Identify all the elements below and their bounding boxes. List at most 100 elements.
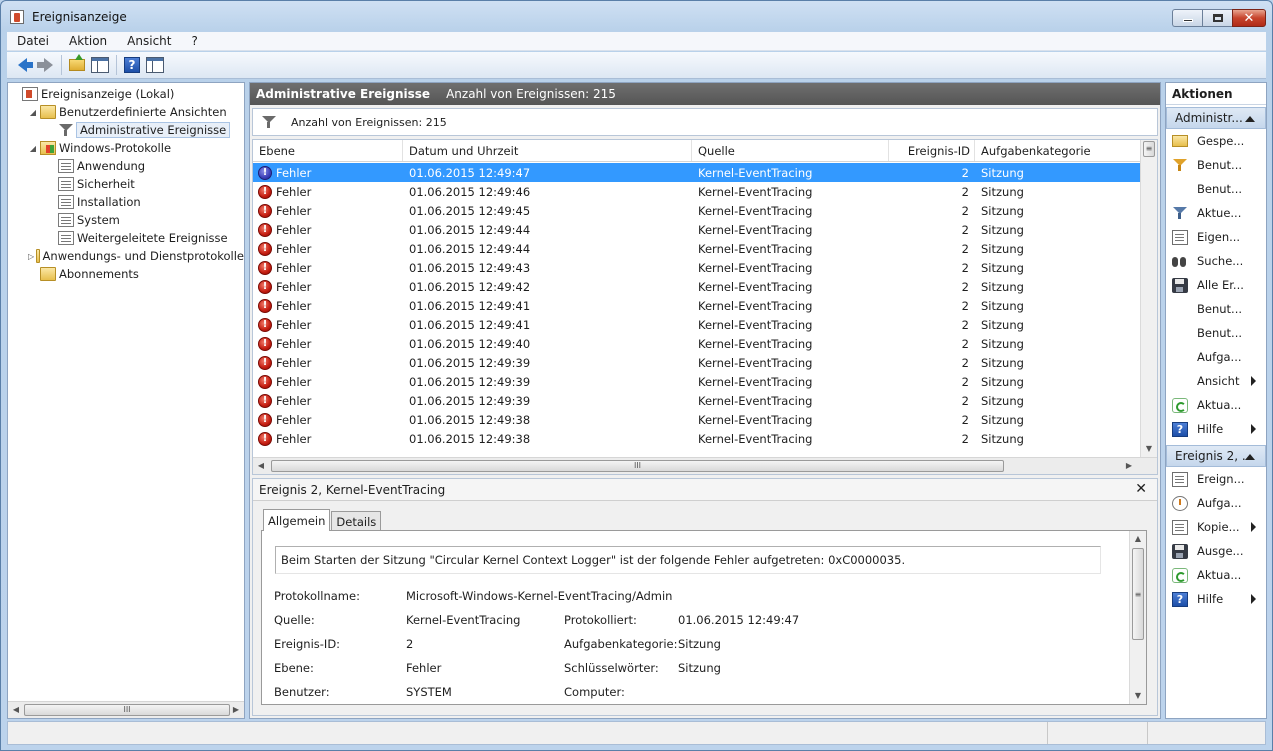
menu-help[interactable]: ? bbox=[181, 34, 207, 48]
tree-item[interactable]: Ereignisanzeige (Lokal) bbox=[8, 85, 244, 103]
tree-item[interactable]: Anwendung bbox=[8, 157, 244, 175]
folder-icon bbox=[40, 267, 56, 281]
close-button[interactable]: ✕ bbox=[1232, 9, 1266, 27]
detail-vscroll-thumb[interactable]: ≡ bbox=[1132, 548, 1144, 640]
tree-item[interactable]: Sicherheit bbox=[8, 175, 244, 193]
expand-arrow-icon[interactable]: ▷ bbox=[28, 252, 34, 261]
tab-allgemein[interactable]: Allgemein bbox=[263, 509, 331, 531]
tab-details[interactable]: Details bbox=[331, 511, 382, 531]
event-row[interactable]: ! Fehler 01.06.2015 12:49:42 Kernel-EventTr… bbox=[253, 277, 1140, 296]
tree-item[interactable]: ◢ Windows-Protokolle bbox=[8, 139, 244, 157]
tree-item[interactable]: ▷ Anwendungs- und Dienstprotokolle bbox=[8, 247, 244, 265]
forward-button[interactable] bbox=[34, 54, 56, 76]
event-row[interactable]: ! Fehler 01.06.2015 12:49:44 Kernel-EventTr… bbox=[253, 220, 1140, 239]
scroll-right-arrow-icon[interactable]: ▶ bbox=[230, 704, 242, 716]
event-row[interactable]: ! Fehler 01.06.2015 12:49:38 Kernel-EventTr… bbox=[253, 410, 1140, 429]
action-item[interactable]: Benut... bbox=[1166, 177, 1266, 201]
action-item[interactable]: Alle Er... bbox=[1166, 273, 1266, 297]
maximize-button[interactable] bbox=[1202, 9, 1232, 27]
tree-item[interactable]: ◢ Benutzerdefinierte Ansichten bbox=[8, 103, 244, 121]
scroll-left-arrow-icon[interactable]: ◀ bbox=[255, 460, 267, 472]
action-item[interactable]: Aktue... bbox=[1166, 201, 1266, 225]
action-label: Ansicht bbox=[1197, 374, 1240, 388]
cell-date-text: 01.06.2015 12:49:42 bbox=[409, 279, 531, 294]
up-folder-button[interactable] bbox=[66, 54, 88, 76]
back-button[interactable] bbox=[11, 54, 33, 76]
column-datum[interactable]: Datum und Uhrzeit bbox=[403, 140, 692, 161]
scroll-right-arrow-icon[interactable]: ▶ bbox=[1123, 460, 1135, 472]
action-item[interactable]: Aufga... bbox=[1166, 491, 1266, 515]
grid-horizontal-scrollbar[interactable]: ◀ III ▶ bbox=[253, 457, 1157, 474]
tree-item[interactable]: System bbox=[8, 211, 244, 229]
column-ereignis-id[interactable]: Ereignis-ID bbox=[889, 140, 975, 161]
cell-date-text: 01.06.2015 12:49:47 bbox=[409, 165, 531, 180]
action-item[interactable]: Benut... bbox=[1166, 321, 1266, 345]
tree-item[interactable]: Abonnements bbox=[8, 265, 244, 283]
action-item[interactable]: ? Hilfe bbox=[1166, 417, 1266, 441]
action-item[interactable]: Ausge... bbox=[1166, 539, 1266, 563]
show-hide-action-pane-button[interactable] bbox=[144, 54, 166, 76]
cell-level: ! Fehler bbox=[253, 374, 403, 389]
action-item[interactable]: Ansicht bbox=[1166, 369, 1266, 393]
tree-item[interactable]: Installation bbox=[8, 193, 244, 211]
column-aufgabenkategorie[interactable]: Aufgabenkategorie bbox=[975, 140, 1140, 161]
help-button[interactable]: ? bbox=[121, 54, 143, 76]
event-message[interactable]: Beim Starten der Sitzung "Circular Kerne… bbox=[275, 546, 1101, 574]
grid-vertical-scrollbar[interactable]: ≡ ▼ bbox=[1140, 140, 1157, 457]
cell-category: Sitzung bbox=[975, 185, 1140, 199]
action-item[interactable]: Aktua... bbox=[1166, 393, 1266, 417]
action-item[interactable]: Benut... bbox=[1166, 153, 1266, 177]
event-row[interactable]: ! Fehler 01.06.2015 12:49:43 Kernel-EventTr… bbox=[253, 258, 1140, 277]
scroll-left-arrow-icon[interactable]: ◀ bbox=[10, 704, 22, 716]
tree-scroll-thumb[interactable]: III bbox=[24, 704, 230, 716]
action-item[interactable]: Suche... bbox=[1166, 249, 1266, 273]
actions-section-event[interactable]: Ereignis 2, ... bbox=[1166, 445, 1266, 467]
detail-vertical-scrollbar[interactable]: ▲ ≡ ▼ bbox=[1129, 531, 1146, 704]
column-ebene[interactable]: Ebene bbox=[253, 140, 403, 161]
scroll-up-arrow-icon[interactable]: ▲ bbox=[1132, 533, 1144, 545]
scroll-down-arrow-icon[interactable]: ▼ bbox=[1132, 690, 1144, 702]
action-item[interactable]: Aktua... bbox=[1166, 563, 1266, 587]
expand-arrow-icon[interactable]: ◢ bbox=[28, 108, 38, 117]
detail-close-icon[interactable]: ✕ bbox=[1135, 481, 1147, 497]
error-icon: ! bbox=[258, 241, 272, 256]
event-row[interactable]: ! Fehler 01.06.2015 12:49:44 Kernel-EventTr… bbox=[253, 239, 1140, 258]
cell-category-text: Sitzung bbox=[981, 336, 1024, 351]
actions-section-event-label: Ereignis 2, ... bbox=[1175, 449, 1254, 463]
tree-item[interactable]: Weitergeleitete Ereignisse bbox=[8, 229, 244, 247]
event-row[interactable]: ! Fehler 01.06.2015 12:49:46 Kernel-EventTr… bbox=[253, 182, 1140, 201]
show-hide-tree-button[interactable] bbox=[89, 54, 111, 76]
event-row[interactable]: ! Fehler 01.06.2015 12:49:45 Kernel-EventTr… bbox=[253, 201, 1140, 220]
menu-aktion[interactable]: Aktion bbox=[59, 34, 117, 48]
tree-item[interactable]: Administrative Ereignisse bbox=[8, 121, 244, 139]
action-item[interactable]: Ereign... bbox=[1166, 467, 1266, 491]
grid-vscroll-thumb[interactable]: ≡ bbox=[1143, 141, 1155, 157]
action-item[interactable]: Eigen... bbox=[1166, 225, 1266, 249]
action-item[interactable]: ? Hilfe bbox=[1166, 587, 1266, 611]
scroll-down-arrow-icon[interactable]: ▼ bbox=[1143, 443, 1155, 455]
event-row[interactable]: ! Fehler 01.06.2015 12:49:38 Kernel-EventTr… bbox=[253, 429, 1140, 448]
menu-ansicht[interactable]: Ansicht bbox=[117, 34, 181, 48]
cell-source-text: Kernel-EventTracing bbox=[698, 431, 813, 446]
cell-date: 01.06.2015 12:49:39 bbox=[403, 356, 692, 370]
action-item[interactable]: Benut... bbox=[1166, 297, 1266, 321]
tree-item-label: Sicherheit bbox=[77, 177, 135, 191]
grid-hscroll-thumb[interactable]: III bbox=[271, 460, 1004, 472]
column-quelle[interactable]: Quelle bbox=[692, 140, 889, 161]
event-row[interactable]: ! Fehler 01.06.2015 12:49:40 Kernel-EventTr… bbox=[253, 334, 1140, 353]
action-item[interactable]: Kopie... bbox=[1166, 515, 1266, 539]
cell-id: 2 bbox=[889, 166, 975, 180]
menu-datei[interactable]: Datei bbox=[7, 34, 59, 48]
event-row[interactable]: ! Fehler 01.06.2015 12:49:39 Kernel-EventTr… bbox=[253, 372, 1140, 391]
event-row[interactable]: ! Fehler 01.06.2015 12:49:41 Kernel-EventTr… bbox=[253, 296, 1140, 315]
event-row[interactable]: ! Fehler 01.06.2015 12:49:47 Kernel-EventTr… bbox=[253, 163, 1140, 182]
action-item[interactable]: Aufga... bbox=[1166, 345, 1266, 369]
event-row[interactable]: ! Fehler 01.06.2015 12:49:41 Kernel-EventTr… bbox=[253, 315, 1140, 334]
tree-horizontal-scrollbar[interactable]: ◀ III ▶ bbox=[8, 701, 244, 718]
expand-arrow-icon[interactable]: ◢ bbox=[28, 144, 38, 153]
actions-section-administrative[interactable]: Administr... bbox=[1166, 107, 1266, 129]
minimize-button[interactable] bbox=[1172, 9, 1202, 27]
action-item[interactable]: Gespe... bbox=[1166, 129, 1266, 153]
event-row[interactable]: ! Fehler 01.06.2015 12:49:39 Kernel-EventTr… bbox=[253, 391, 1140, 410]
event-row[interactable]: ! Fehler 01.06.2015 12:49:39 Kernel-EventTr… bbox=[253, 353, 1140, 372]
